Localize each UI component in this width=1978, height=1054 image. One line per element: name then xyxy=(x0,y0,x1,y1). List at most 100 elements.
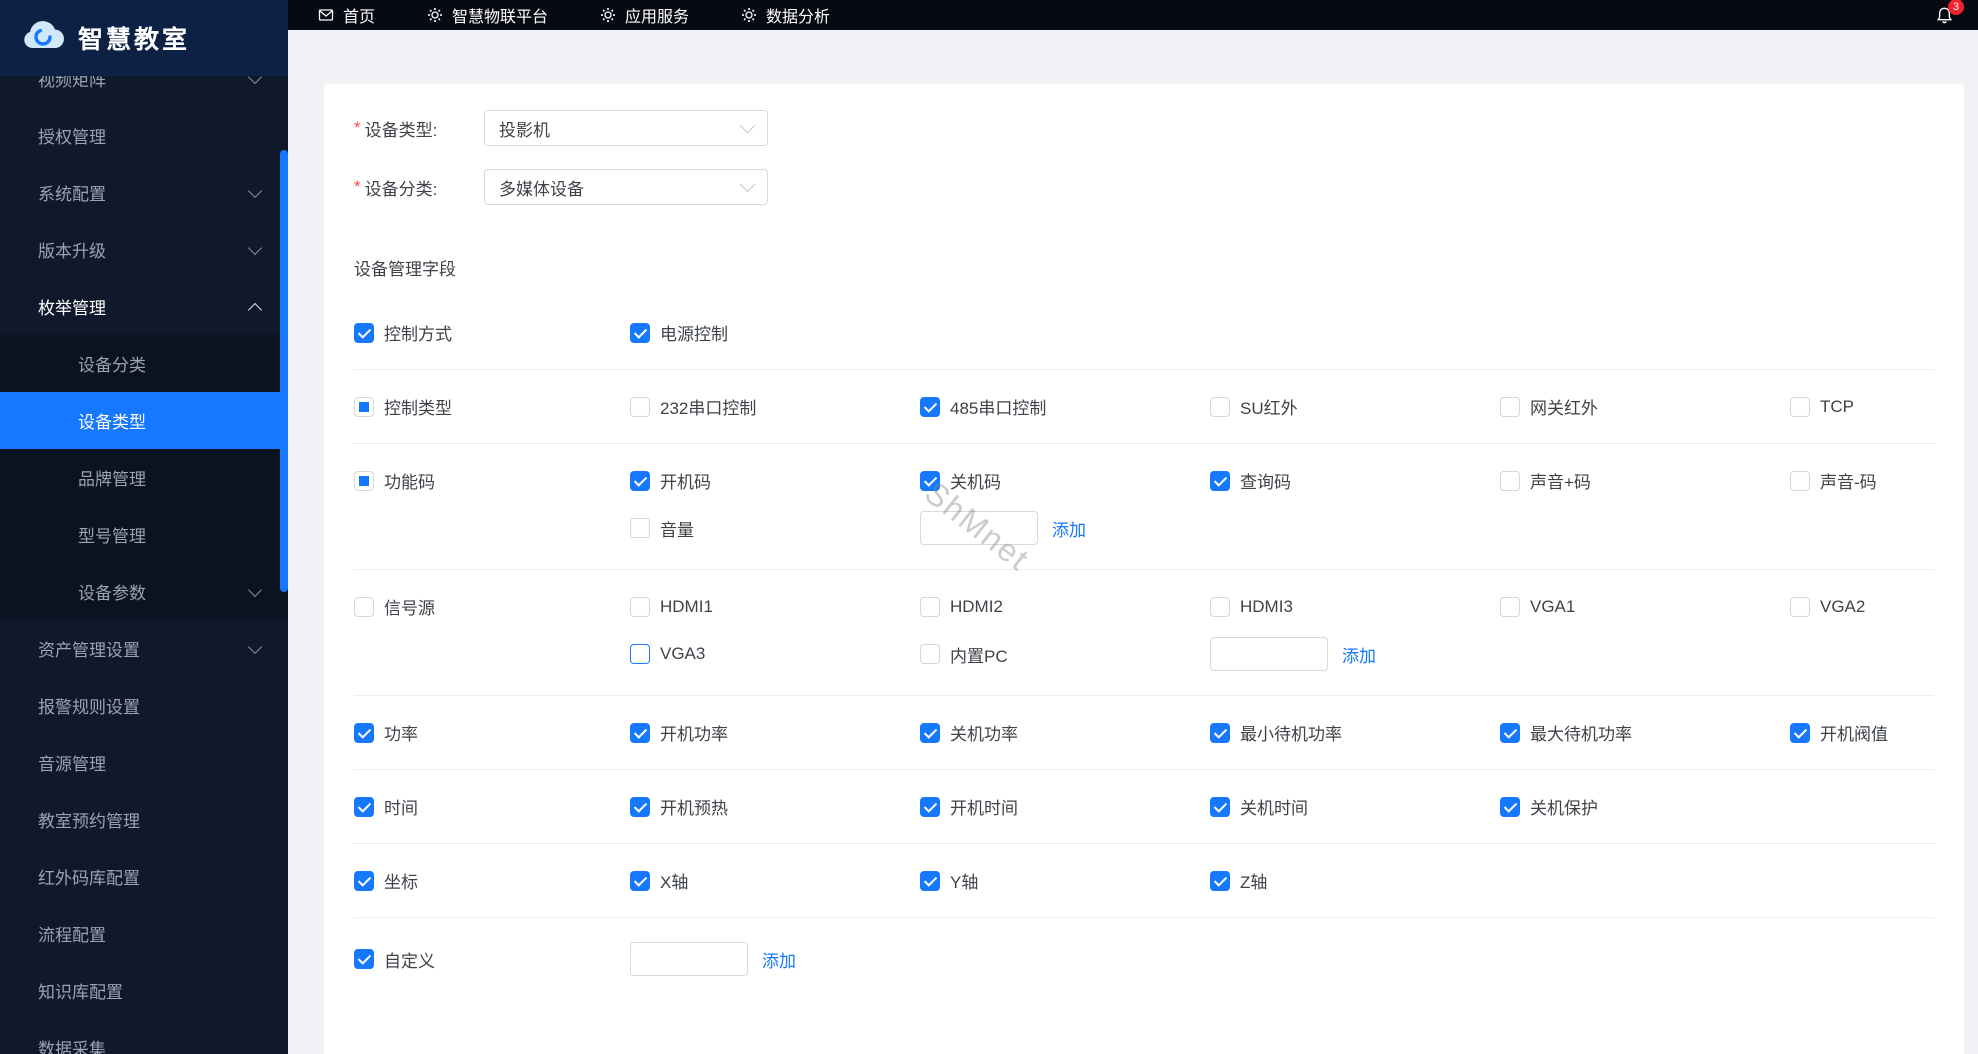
checkbox-indeterminate[interactable] xyxy=(354,396,374,417)
checkbox-checked[interactable] xyxy=(920,796,940,817)
topnav-item-2[interactable]: 智慧物联平台 xyxy=(427,3,548,27)
checkbox-unchecked[interactable] xyxy=(354,596,374,617)
notification-bell[interactable]: 3 xyxy=(1935,0,1964,25)
device-type-select[interactable]: 投影机 xyxy=(484,110,768,146)
checkbox-checked[interactable] xyxy=(630,470,650,491)
checkbox-checked[interactable] xyxy=(920,396,940,417)
brand-logo[interactable]: 智慧教室 xyxy=(0,0,288,76)
sidebar-item-2[interactable]: 授权管理 xyxy=(0,107,288,164)
field-checkbox-cell[interactable]: 信号源 xyxy=(354,594,630,619)
checkbox-checked[interactable] xyxy=(354,722,374,743)
sidebar-item-12[interactable]: 报警规则设置 xyxy=(0,677,288,734)
checkbox-unchecked[interactable] xyxy=(920,644,940,664)
field-checkbox-cell[interactable]: 网关红外 xyxy=(1500,394,1790,419)
sidebar-scrollbar[interactable] xyxy=(280,150,288,592)
field-checkbox-cell[interactable]: 最大待机功率 xyxy=(1500,720,1790,745)
field-checkbox-cell[interactable]: HDMI1 xyxy=(630,596,920,617)
field-checkbox-cell[interactable]: 开机时间 xyxy=(920,794,1210,819)
checkbox-checked[interactable] xyxy=(630,870,650,891)
field-checkbox-cell[interactable]: 最小待机功率 xyxy=(1210,720,1500,745)
sidebar-item-15[interactable]: 红外码库配置 xyxy=(0,848,288,905)
custom-value-input[interactable] xyxy=(1210,637,1328,671)
field-checkbox-cell[interactable]: HDMI3 xyxy=(1210,596,1500,617)
checkbox-unchecked[interactable] xyxy=(1790,596,1810,617)
field-checkbox-cell[interactable]: 开机码 xyxy=(630,468,920,493)
field-checkbox-cell[interactable]: 控制类型 xyxy=(354,394,630,419)
sidebar-item-10[interactable]: 设备参数 xyxy=(0,563,288,620)
field-checkbox-cell[interactable]: 关机保护 xyxy=(1500,794,1790,819)
topnav-item-3[interactable]: 应用服务 xyxy=(600,3,689,27)
checkbox-unchecked[interactable] xyxy=(920,596,940,617)
field-checkbox-cell[interactable]: 485串口控制 xyxy=(920,394,1210,419)
field-checkbox-cell[interactable]: 开机阀值 xyxy=(1790,720,1934,745)
field-checkbox-cell[interactable]: 功能码 xyxy=(354,468,630,493)
field-checkbox-cell[interactable]: 关机时间 xyxy=(1210,794,1500,819)
checkbox-checked[interactable] xyxy=(1500,722,1520,743)
checkbox-indeterminate[interactable] xyxy=(354,470,374,491)
field-checkbox-cell[interactable]: VGA3 xyxy=(630,644,920,664)
field-checkbox-cell[interactable]: 电源控制 xyxy=(630,320,920,345)
field-checkbox-cell[interactable]: Y轴 xyxy=(920,868,1210,893)
field-checkbox-cell[interactable]: X轴 xyxy=(630,868,920,893)
checkbox-checked[interactable] xyxy=(1790,722,1810,743)
checkbox-unchecked[interactable] xyxy=(1210,396,1230,417)
checkbox-checked[interactable] xyxy=(354,870,374,891)
field-checkbox-cell[interactable]: SU红外 xyxy=(1210,394,1500,419)
checkbox-checked[interactable] xyxy=(1210,722,1230,743)
sidebar-item-16[interactable]: 流程配置 xyxy=(0,905,288,962)
checkbox-checked[interactable] xyxy=(920,722,940,743)
field-checkbox-cell[interactable]: 开机预热 xyxy=(630,794,920,819)
field-checkbox-cell[interactable]: 坐标 xyxy=(354,868,630,893)
sidebar-item-3[interactable]: 系统配置 xyxy=(0,164,288,221)
checkbox-unchecked[interactable] xyxy=(1500,470,1520,491)
checkbox-checked[interactable] xyxy=(354,796,374,817)
sidebar-item-17[interactable]: 知识库配置 xyxy=(0,962,288,1019)
field-checkbox-cell[interactable]: 声音+码 xyxy=(1500,468,1790,493)
sidebar-item-18[interactable]: 数据采集 xyxy=(0,1019,288,1054)
checkbox-checked[interactable] xyxy=(1210,470,1230,491)
sidebar-item-6[interactable]: 设备分类 xyxy=(0,335,288,392)
field-checkbox-cell[interactable]: HDMI2 xyxy=(920,596,1210,617)
checkbox-unchecked[interactable] xyxy=(630,596,650,617)
custom-value-input[interactable] xyxy=(920,511,1038,545)
checkbox-checked[interactable] xyxy=(1500,796,1520,817)
field-checkbox-cell[interactable]: VGA2 xyxy=(1790,596,1934,617)
checkbox-unchecked[interactable] xyxy=(1790,470,1810,491)
field-checkbox-cell[interactable]: 时间 xyxy=(354,794,630,819)
field-checkbox-cell[interactable]: 232串口控制 xyxy=(630,394,920,419)
topnav-item-4[interactable]: 数据分析 xyxy=(741,3,830,27)
add-link[interactable]: 添加 xyxy=(1342,642,1376,667)
checkbox-unchecked[interactable] xyxy=(630,396,650,417)
sidebar-item-14[interactable]: 教室预约管理 xyxy=(0,791,288,848)
sidebar-item-9[interactable]: 型号管理 xyxy=(0,506,288,563)
checkbox-unchecked[interactable] xyxy=(630,518,650,538)
field-checkbox-cell[interactable]: 开机功率 xyxy=(630,720,920,745)
field-checkbox-cell[interactable]: 内置PC xyxy=(920,642,1210,667)
checkbox-checked[interactable] xyxy=(630,722,650,743)
sidebar-item-4[interactable]: 版本升级 xyxy=(0,221,288,278)
field-checkbox-cell[interactable]: 音量 xyxy=(630,516,920,541)
checkbox-focus[interactable] xyxy=(630,644,650,664)
checkbox-checked[interactable] xyxy=(1210,870,1230,891)
checkbox-checked[interactable] xyxy=(1210,796,1230,817)
sidebar-item-11[interactable]: 资产管理设置 xyxy=(0,620,288,677)
checkbox-unchecked[interactable] xyxy=(1500,396,1520,417)
field-checkbox-cell[interactable]: 控制方式 xyxy=(354,320,630,345)
field-checkbox-cell[interactable]: TCP xyxy=(1790,396,1934,417)
checkbox-checked[interactable] xyxy=(354,949,374,969)
field-checkbox-cell[interactable]: 查询码 xyxy=(1210,468,1500,493)
field-checkbox-cell[interactable]: Z轴 xyxy=(1210,868,1500,893)
checkbox-checked[interactable] xyxy=(920,470,940,491)
field-checkbox-cell[interactable]: 声音-码 xyxy=(1790,468,1934,493)
field-checkbox-cell[interactable]: 自定义 xyxy=(354,947,630,972)
topnav-item-1[interactable]: 首页 xyxy=(318,3,375,27)
field-checkbox-cell[interactable]: VGA1 xyxy=(1500,596,1790,617)
checkbox-checked[interactable] xyxy=(354,322,374,343)
add-link[interactable]: 添加 xyxy=(762,947,796,972)
checkbox-unchecked[interactable] xyxy=(1210,596,1230,617)
add-link[interactable]: 添加 xyxy=(1052,516,1086,541)
checkbox-checked[interactable] xyxy=(920,870,940,891)
checkbox-unchecked[interactable] xyxy=(1790,396,1810,417)
sidebar-item-8[interactable]: 品牌管理 xyxy=(0,449,288,506)
checkbox-unchecked[interactable] xyxy=(1500,596,1520,617)
